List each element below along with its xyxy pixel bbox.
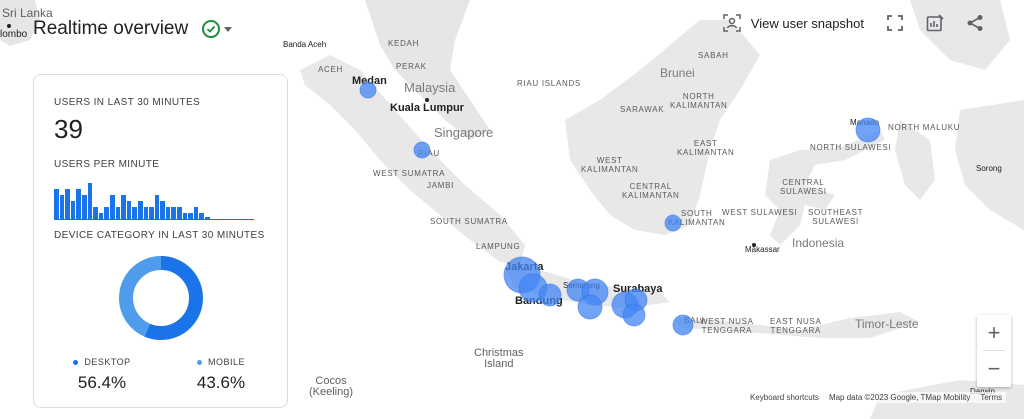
users-per-minute-bar: [205, 217, 210, 219]
device-legend: DESKTOP 56.4% MOBILE 43.6%: [54, 357, 269, 393]
users-per-minute-bar: [109, 195, 115, 219]
legend-desktop-name: DESKTOP: [54, 357, 150, 367]
bubble-bandung: [538, 283, 562, 307]
users-per-minute-bar: [76, 189, 81, 219]
users-per-minute-bar: [188, 213, 193, 219]
users-per-minute-chart[interactable]: [54, 182, 254, 220]
bubble-south-kalimantan: [664, 214, 682, 232]
users-per-minute-bar: [121, 195, 126, 219]
users-per-minute-caption: USERS PER MINUTE: [54, 159, 160, 170]
device-category-caption: DEVICE CATEGORY IN LAST 30 MINUTES: [54, 230, 265, 241]
page-header: Realtime overview: [33, 17, 239, 41]
fullscreen-icon[interactable]: [886, 14, 904, 32]
legend-mobile-dot: [196, 359, 202, 365]
users-per-minute-bar: [87, 183, 93, 219]
toolbar: View user snapshot: [723, 14, 984, 32]
bubble-medan: [359, 81, 377, 99]
snapshot-icon: [723, 14, 741, 32]
users-per-minute-bar: [193, 207, 199, 219]
page-title: Realtime overview: [33, 18, 189, 39]
users-per-minute-bar: [199, 213, 205, 219]
bubble-east-java: [622, 303, 646, 327]
users-per-minute-bar: [171, 207, 177, 219]
legend-mobile: MOBILE 43.6%: [173, 357, 269, 393]
legend-mobile-pct: 43.6%: [196, 373, 246, 392]
zoom-in-button[interactable]: +: [977, 315, 1011, 350]
users-per-minute-bar: [126, 201, 132, 219]
legend-desktop: DESKTOP 56.4%: [54, 357, 150, 393]
map-zoom-controls: + −: [977, 315, 1011, 387]
users-per-minute-bar: [160, 201, 165, 219]
legend-desktop-pct: 56.4%: [77, 373, 127, 392]
legend-desktop-label: DESKTOP: [84, 357, 131, 367]
users-per-minute-bar: [59, 195, 65, 219]
users-per-minute-bar: [137, 201, 143, 219]
users-per-minute-bar: [115, 207, 121, 219]
users-per-minute-bar: [65, 189, 70, 219]
chevron-down-icon: [224, 26, 233, 32]
users-per-minute-bar: [132, 207, 137, 219]
status-dropdown[interactable]: [196, 17, 239, 41]
users-per-minute-bar: [182, 213, 188, 219]
users-per-minute-bar: [165, 207, 171, 219]
map-data-attribution: Map data ©2023 Google, TMap Mobility: [828, 393, 971, 402]
users-per-minute-bar: [70, 201, 76, 219]
map-footer: Keyboard shortcuts Map data ©2023 Google…: [746, 392, 1007, 403]
zoom-out-button[interactable]: −: [977, 351, 1011, 386]
users-per-minute-bar: [143, 207, 149, 219]
bubble-riau: [413, 141, 431, 159]
device-donut-chart[interactable]: [118, 255, 204, 341]
share-icon[interactable]: [966, 14, 984, 32]
users-30-value: 39: [54, 114, 83, 144]
bubble-manado: [855, 117, 881, 143]
users-per-minute-bar: [98, 213, 104, 219]
legend-mobile-name: MOBILE: [173, 357, 269, 367]
users-per-minute-bar: [104, 207, 109, 219]
insights-icon[interactable]: [926, 14, 944, 32]
legend-desktop-dot: [73, 359, 79, 365]
users-per-minute-bar: [149, 207, 154, 219]
users-per-minute-bar: [177, 207, 182, 219]
users-per-minute-bar: [93, 207, 98, 219]
bubble-central-java: [577, 294, 603, 320]
users-30-caption: USERS IN LAST 30 MINUTES: [54, 97, 201, 108]
users-per-minute-bar: [81, 195, 87, 219]
terms-link[interactable]: Terms: [980, 393, 1002, 402]
check-circle-icon: [202, 20, 221, 38]
users-per-minute-bar: [154, 195, 160, 219]
view-user-snapshot-label: View user snapshot: [750, 15, 864, 31]
realtime-summary-card: USERS IN LAST 30 MINUTES 39 USERS PER MI…: [33, 74, 288, 408]
users-per-minute-bar: [54, 189, 59, 219]
bubble-bali: [672, 314, 694, 336]
legend-mobile-label: MOBILE: [207, 357, 245, 367]
keyboard-shortcuts-link[interactable]: Keyboard shortcuts: [750, 393, 819, 402]
view-user-snapshot-button[interactable]: View user snapshot: [723, 14, 864, 32]
